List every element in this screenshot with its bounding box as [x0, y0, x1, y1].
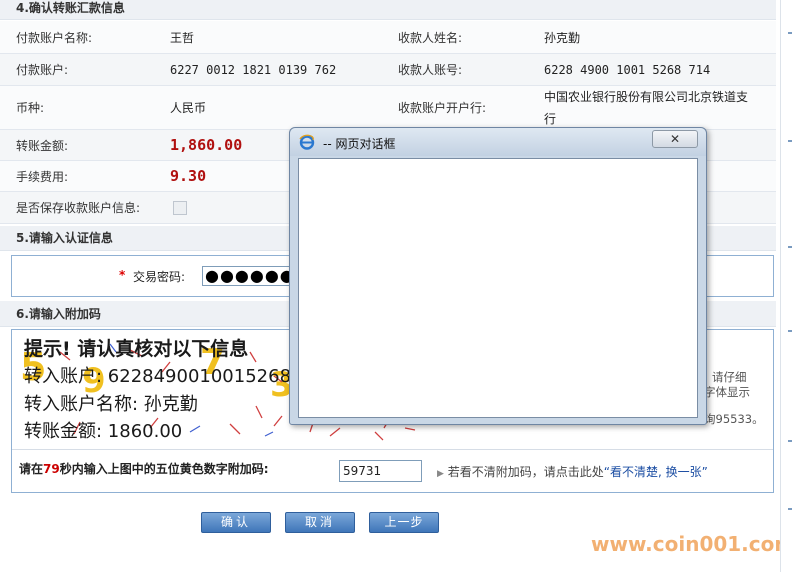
save-account-cell: [173, 192, 187, 223]
fee-label: 手续费用:: [16, 169, 69, 184]
save-account-label: 是否保存收款账户信息:: [16, 201, 141, 215]
save-account-checkbox[interactable]: [173, 200, 187, 215]
currency-label: 币种:: [16, 101, 45, 115]
payee-name-value: 孙克勤: [544, 30, 581, 45]
bank-value: 中国农业银行股份有限公司北京铁道支 行: [544, 86, 748, 129]
captcha-prompt-post: 秒内输入上图中的五位黄色数字附加码:: [59, 462, 269, 476]
prev-step-button[interactable]: 上一步: [369, 512, 439, 533]
captcha-refresh-hint: ▶ 若看不清附加码，请点击此处“看不清楚, 换一张”: [437, 463, 708, 480]
section-header-confirm: 4.确认转账汇款信息: [0, 0, 776, 20]
bank-value-line1: 中国农业银行股份有限公司北京铁道支: [544, 89, 749, 104]
side-hint-line1: 请仔细: [712, 370, 747, 384]
captcha-refresh-link[interactable]: “看不清楚, 换一张”: [604, 465, 708, 479]
payer-name-value: 王哲: [170, 30, 195, 45]
amount-label: 转账金额:: [16, 138, 69, 153]
edge-tick: [788, 246, 792, 248]
ie-browser-icon: [299, 134, 315, 150]
currency-value: 人民币: [170, 101, 207, 115]
bank-transfer-page: 4.确认转账汇款信息 付款账户名称: 王哲 收款人姓名: 孙克勤 付款账户: 6…: [0, 0, 792, 572]
password-label: 交易密码:: [133, 270, 186, 284]
edge-tick: [788, 330, 792, 332]
payer-name-label: 付款账户名称:: [16, 30, 93, 45]
fee-value: 9.30: [170, 167, 207, 185]
edge-tick: [788, 32, 792, 34]
edge-tick: [788, 508, 792, 510]
captcha-line-name: 转入账户名称: 孙克勤: [24, 394, 198, 415]
arrow-right-icon: ▶: [437, 469, 444, 479]
captcha-refresh-hint-text: 若看不清附加码，请点击此处: [447, 465, 604, 479]
close-icon: ✕: [669, 132, 681, 146]
payee-account-value: 6228 4900 1001 5268 714: [544, 62, 711, 77]
captcha-input[interactable]: 59731: [339, 460, 422, 482]
captcha-countdown: 79: [43, 462, 60, 476]
side-hint-line3: 询95533。: [704, 412, 764, 426]
cancel-button[interactable]: 取消: [285, 512, 355, 533]
watermark-text: www.coin001.com: [591, 532, 792, 556]
confirm-button[interactable]: 确认: [201, 512, 271, 533]
dialog-content-area: [298, 158, 698, 418]
bank-label: 收款账户开户行:: [398, 101, 487, 115]
row-names: 付款账户名称: 王哲 收款人姓名: 孙克勤: [0, 21, 776, 54]
captcha-divider: [12, 449, 773, 450]
payer-account-label: 付款账户:: [16, 63, 69, 77]
captcha-line-account: 转入账户: 6228490010015268714: [24, 366, 326, 387]
dialog-title-bar[interactable]: -- 网页对话框 ✕: [290, 128, 706, 156]
row-currency-bank: 币种: 人民币 收款账户开户行: 中国农业银行股份有限公司北京铁道支 行: [0, 86, 776, 130]
payee-account-label: 收款人账号:: [398, 63, 463, 77]
web-dialog-window: -- 网页对话框 ✕: [289, 127, 707, 425]
required-star: *: [119, 268, 126, 282]
captcha-line-amount: 转账金额: 1860.00: [24, 421, 183, 442]
captcha-title: 提示! 请认真核对以下信息: [24, 338, 249, 360]
edge-tick: [788, 440, 792, 442]
row-accounts: 付款账户: 6227 0012 1821 0139 762 收款人账号: 622…: [0, 54, 776, 86]
page-scroll-edge: [780, 0, 792, 572]
dialog-title: -- 网页对话框: [323, 137, 396, 151]
amount-value: 1,860.00: [170, 136, 243, 154]
side-hint-line2: 字体显示: [704, 385, 750, 399]
captcha-prompt: 请在79秒内输入上图中的五位黄色数字附加码:: [19, 460, 269, 477]
payer-account-value: 6227 0012 1821 0139 762: [170, 62, 337, 77]
payee-name-label: 收款人姓名:: [398, 30, 463, 45]
captcha-prompt-pre: 请在: [19, 462, 44, 476]
dialog-close-button[interactable]: ✕: [652, 130, 698, 148]
edge-tick: [788, 140, 792, 142]
